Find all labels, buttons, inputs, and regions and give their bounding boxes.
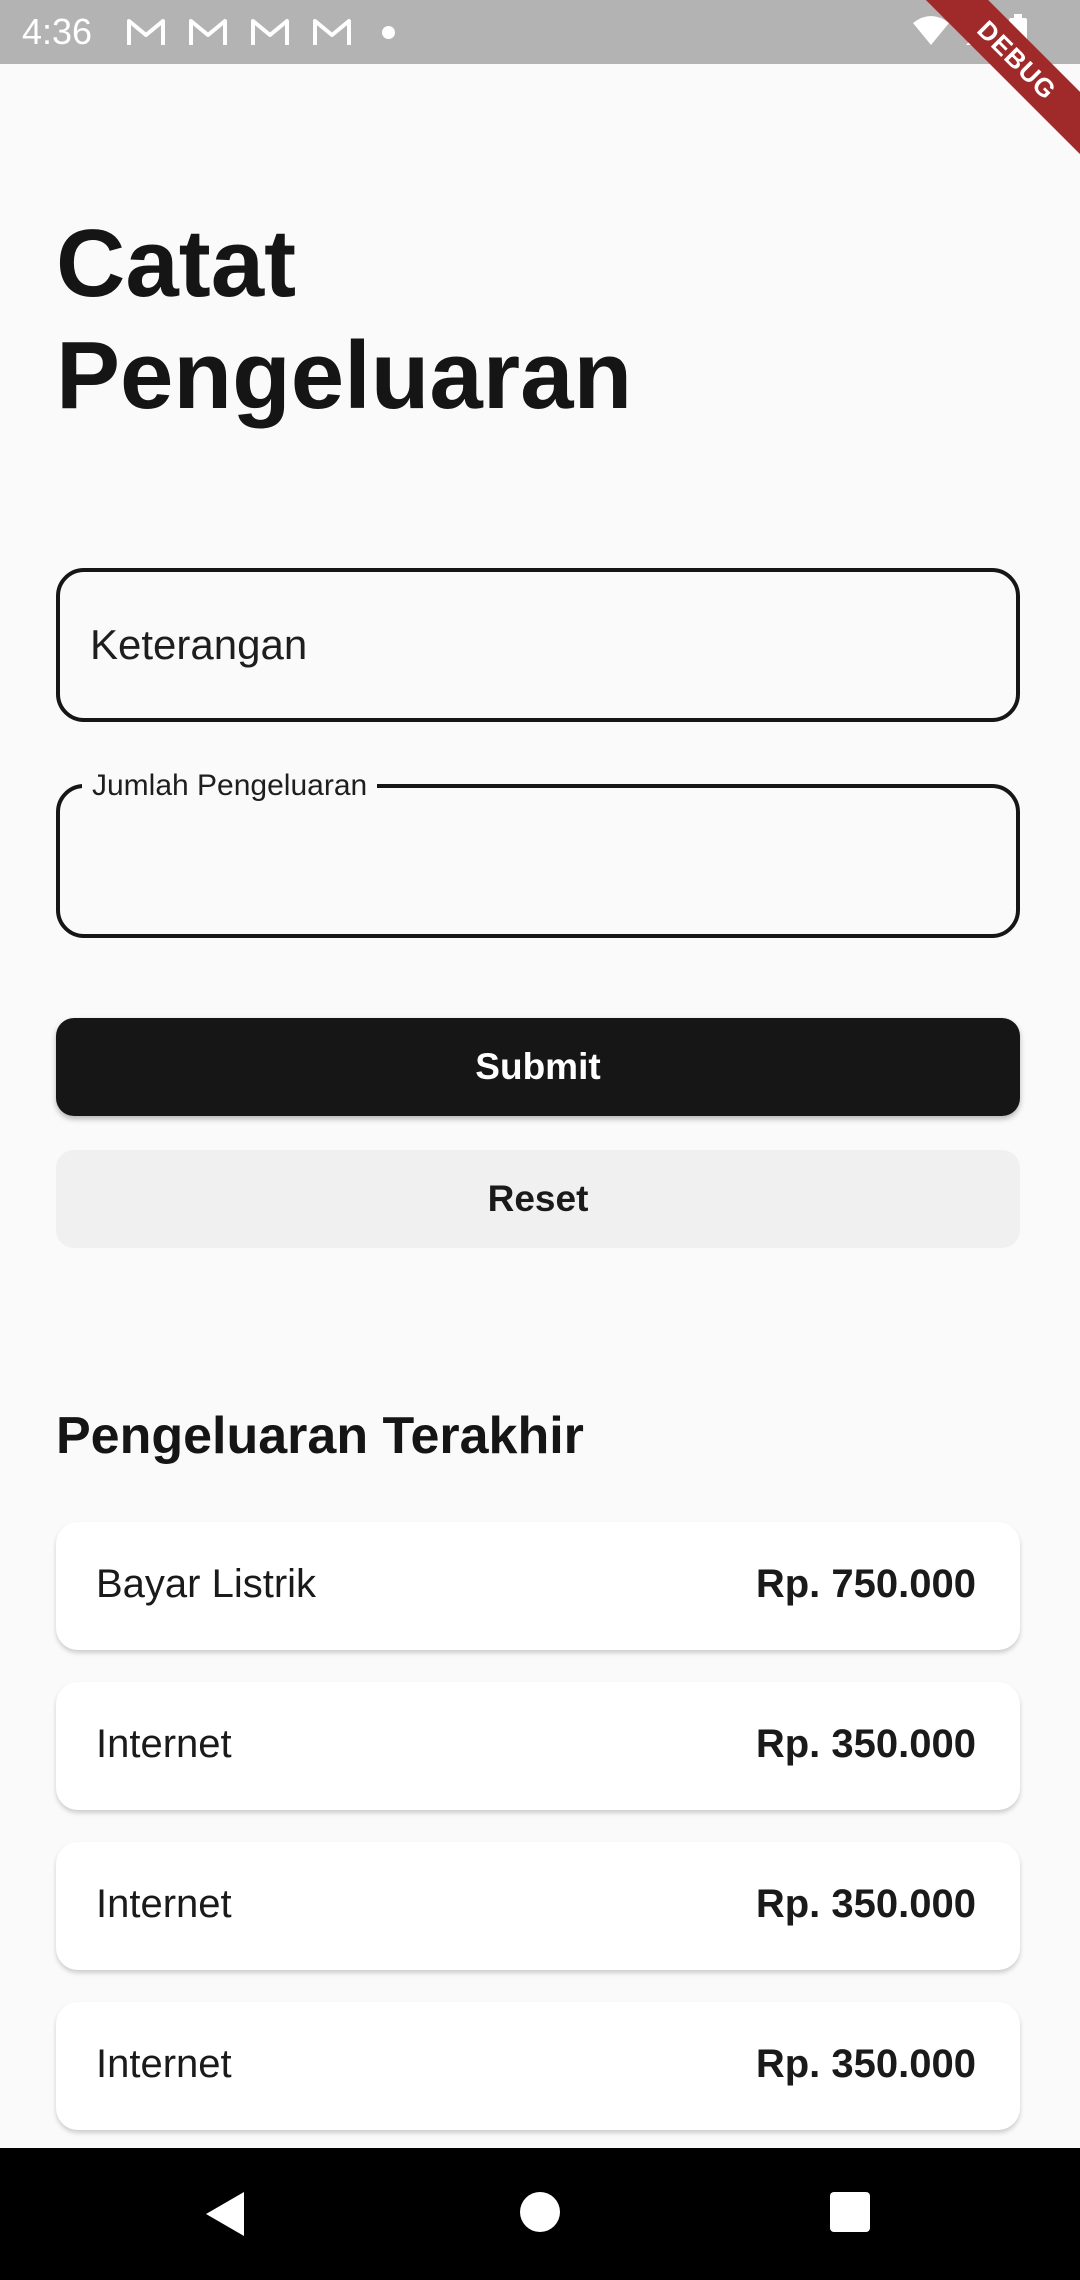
expense-item[interactable]: Internet Rp. 350.000 [56,1842,1020,1970]
status-time: 4:36 [22,11,93,52]
home-icon[interactable] [518,2190,562,2234]
expense-amount: Rp. 350.000 [755,1722,976,1766]
jumlah-pengeluaran-input[interactable]: Jumlah Pengeluaran [56,766,1020,938]
recent-expenses-title: Pengeluaran Terakhir [56,1407,584,1465]
submit-button[interactable]: Submit [56,1018,1020,1116]
gmail-icon [312,16,352,48]
back-icon[interactable] [204,2190,248,2238]
expense-list: Bayar Listrik Rp. 750.000 Internet Rp. 3… [56,1522,1020,2162]
gmail-icon [126,16,166,48]
expense-name: Internet [96,2042,232,2086]
navigation-bar [0,2148,1080,2280]
expense-name: Internet [96,1722,232,1766]
reset-button[interactable]: Reset [56,1150,1020,1248]
expense-amount: Rp. 350.000 [755,1882,976,1926]
wifi-icon [912,15,950,47]
page-title: Catat Pengeluaran [56,210,633,429]
jumlah-pengeluaran-label: Jumlah Pengeluaran [82,766,378,806]
expense-amount: Rp. 350.000 [755,2042,976,2086]
status-bar: 4:36 [0,0,1080,64]
expense-item[interactable]: Internet Rp. 350.000 [56,2002,1020,2130]
notification-icons [126,16,352,48]
more-notifications-dot-icon [382,26,395,39]
expense-item[interactable]: Internet Rp. 350.000 [56,1682,1020,1810]
screen: 4:36 DEBUG Catat Pengeluaran Keterangan … [0,0,1080,2280]
gmail-icon [188,16,228,48]
gmail-icon [250,16,290,48]
recents-icon[interactable] [828,2190,872,2234]
expense-amount: Rp. 750.000 [755,1562,976,1606]
expense-item[interactable]: Bayar Listrik Rp. 750.000 [56,1522,1020,1650]
expense-name: Bayar Listrik [96,1562,317,1606]
expense-name: Internet [96,1882,232,1926]
keterangan-input[interactable]: Keterangan [56,568,1020,722]
keterangan-placeholder: Keterangan [90,621,308,668]
